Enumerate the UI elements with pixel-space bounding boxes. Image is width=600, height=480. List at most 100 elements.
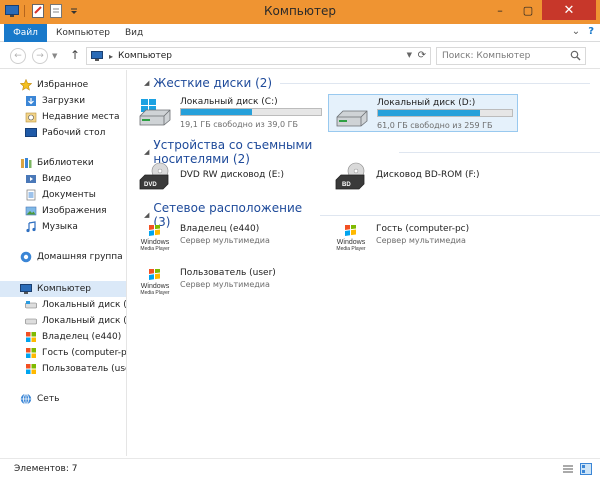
collapse-icon[interactable]: ◢ [144,211,149,219]
network-item-guest-computer-pc[interactable]: Windows Media Player Гость (computer-pc)… [328,221,518,259]
group-header-hard-drives[interactable]: ◢ Жесткие диски (2) [144,76,591,90]
wmp-logo-subtext: Media Player [140,290,170,296]
drive-usage-fill [181,109,253,115]
sidebar-item-label: Рабочий стол [42,128,106,138]
sidebar-item-label: Компьютер [37,284,91,294]
tiles-view-button[interactable] [580,463,592,475]
drive-free-space: 19,1 ГБ свободно из 39,0 ГБ [180,120,299,129]
drive-item-d[interactable]: Локальный диск (D:) 61,0 ГБ свободно из … [328,94,518,132]
documents-icon [25,189,37,201]
computer-icon [20,283,32,295]
sidebar-item-video[interactable]: Видео [0,171,126,187]
sidebar-item-favorites[interactable]: Избранное [0,77,126,93]
video-icon [25,173,37,185]
forward-button[interactable]: → [32,48,48,64]
sidebar-item-guest-computer-pc[interactable]: Гость (computer-pc) [0,345,127,361]
sidebar-item-homegroup[interactable]: Домашняя группа [0,249,126,265]
maximize-button[interactable]: ▢ [514,0,542,20]
removable-item-bd[interactable]: BD Дисковод BD-ROM (F:) [328,158,518,196]
ribbon-tabs: Файл Компьютер Вид ⌄ ? [0,24,600,42]
removable-item-dvd[interactable]: DVD DVD RW дисковод (E:) [132,158,322,196]
search-icon[interactable] [570,50,581,64]
removable-name: DVD RW дисковод (E:) [180,170,284,180]
drive-icon [25,299,37,311]
drive-name: Локальный диск (D:) [377,98,476,108]
tab-file[interactable]: Файл [4,24,47,42]
collapse-icon[interactable]: ◢ [144,79,149,87]
sidebar-item-label: Владелец (e440) [42,332,122,342]
collapse-icon[interactable]: ◢ [144,148,149,156]
search-input[interactable]: Поиск: Компьютер [436,47,586,65]
sidebar-item-recent-places[interactable]: Недавние места [0,109,126,125]
group-divider [280,82,591,84]
sidebar-item-computer[interactable]: Компьютер [0,281,126,297]
bd-badge: BD [342,182,351,188]
drive-usage-bar [180,108,322,116]
pictures-icon [25,205,37,217]
sidebar-item-documents[interactable]: Документы [0,187,126,203]
sidebar-item-label: Локальный диск (D:) [42,316,127,326]
windows-media-player-icon: Windows Media Player [138,225,172,253]
breadcrumb-separator[interactable]: ▸ [109,52,113,61]
sidebar-item-label: Видео [42,174,72,184]
close-button[interactable]: ✕ [542,0,596,20]
drive-usage-fill [378,110,480,116]
network-item-type: Сервер мультимедиа [376,236,466,245]
sidebar-item-label: Локальный диск (C:) [42,300,127,310]
help-icon[interactable]: ? [588,26,594,37]
sidebar-item-label: Домашняя группа [37,252,123,262]
network-item-type: Сервер мультимедиа [180,280,270,289]
tab-computer[interactable]: Компьютер [56,24,110,42]
expand-ribbon-icon[interactable]: ⌄ [572,26,580,37]
drive-c-icon [139,99,171,126]
wmp-logo-subtext: Media Player [140,246,170,252]
network-item-user[interactable]: Windows Media Player Пользователь (user)… [132,265,322,303]
sidebar-item-pictures[interactable]: Изображения [0,203,126,219]
sidebar-item-label: Библиотеки [37,158,94,168]
sidebar-item-network[interactable]: Сеть [0,391,126,407]
group-title: Жесткие диски (2) [153,76,273,90]
tab-view[interactable]: Вид [125,24,143,42]
star-icon [20,79,32,91]
computer-icon [91,51,103,61]
drive-item-c[interactable]: Локальный диск (C:) 19,1 ГБ свободно из … [132,94,322,132]
breadcrumb[interactable]: Компьютер [118,51,172,61]
up-button[interactable]: ↑ [70,48,80,62]
item-count: Элементов: 7 [14,464,78,474]
refresh-icon[interactable]: ⟳ [418,50,426,61]
music-icon [25,221,37,233]
sidebar-item-libraries[interactable]: Библиотеки [0,155,126,171]
sidebar-item-label: Загрузки [42,96,86,106]
group-divider [319,214,600,216]
sidebar-item-label: Музыка [42,222,78,232]
search-placeholder: Поиск: Компьютер [442,51,531,61]
drive-name: Локальный диск (C:) [180,97,278,107]
sidebar-item-label: Гость (computer-pc) [42,348,127,358]
sidebar-item-music[interactable]: Музыка [0,219,126,235]
wmp-logo-subtext: Media Player [336,246,366,252]
address-bar[interactable]: ▸ Компьютер ▼ ⟳ [86,47,431,65]
sidebar-item-owner-e440[interactable]: Владелец (e440) [0,329,126,345]
sidebar-item-drive-c[interactable]: Локальный диск (C:) [0,297,127,313]
sidebar-item-user[interactable]: Пользователь (user) [0,361,126,377]
navigation-pane: Избранное Загрузки Недавние места Рабочи… [0,70,127,456]
wmp-logo-text: Windows [336,239,366,246]
back-button[interactable]: ← [10,48,26,64]
sidebar-item-desktop[interactable]: Рабочий стол [0,125,126,141]
media-server-icon [25,331,37,343]
address-dropdown-icon[interactable]: ▼ [407,51,412,59]
sidebar-item-downloads[interactable]: Загрузки [0,93,126,109]
libraries-icon [20,157,32,169]
recent-locations-dropdown[interactable]: ▼ [52,52,57,60]
sidebar-item-label: Избранное [37,80,89,90]
sidebar-item-label: Недавние места [42,112,120,122]
minimize-button[interactable]: – [486,0,514,20]
navigation-bar: ← → ▼ ↑ ▸ Компьютер ▼ ⟳ Поиск: Компьютер [0,43,600,69]
wmp-logo-text: Windows [140,283,170,290]
drive-d-icon [336,110,368,127]
network-item-owner-e440[interactable]: Windows Media Player Владелец (e440) Сер… [132,221,322,259]
details-view-button[interactable] [562,463,574,475]
network-item-name: Гость (computer-pc) [376,224,470,234]
sidebar-item-drive-d[interactable]: Локальный диск (D:) [0,313,127,329]
title-bar: Компьютер – ▢ ✕ [0,0,600,24]
